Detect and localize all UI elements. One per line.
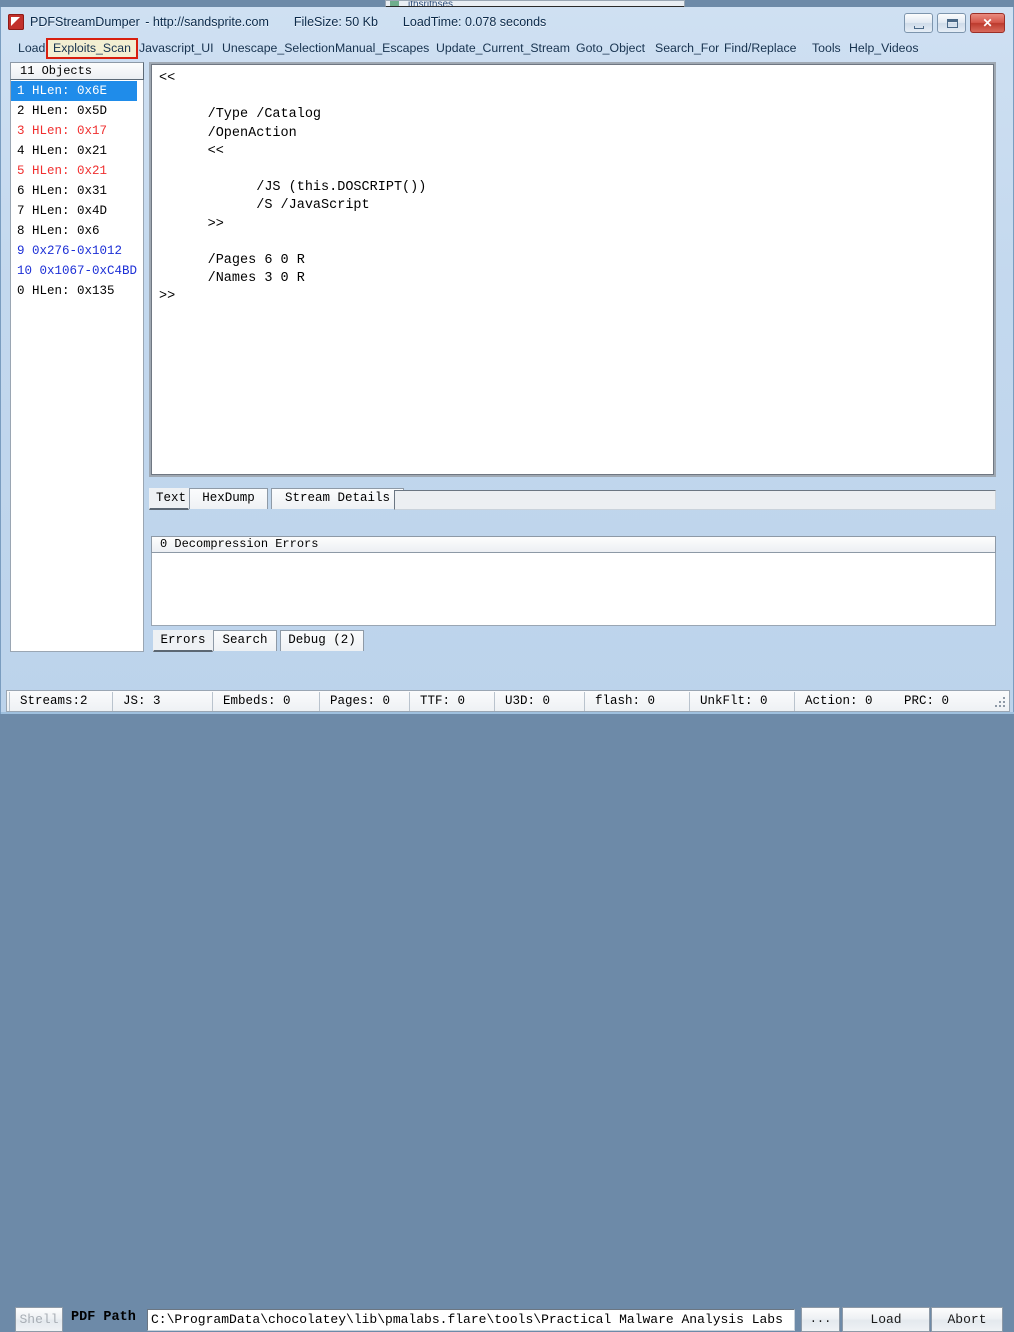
title-app-name: PDFStreamDumper (30, 15, 140, 29)
restore-icon (947, 19, 958, 28)
status-bar: PRC: 0 Action: 0 UnkFlt: 0 flash: 0 U3D: 0 TT… (6, 690, 1010, 712)
menu-item-update-current-stream[interactable]: Update_Current_Stream (433, 40, 573, 57)
resize-grip-icon[interactable] (993, 695, 1007, 709)
log-tabs: Errors Search Debug (2) (153, 630, 373, 652)
object-list-item[interactable]: 3 HLen: 0x17 (11, 121, 143, 141)
object-list-item[interactable]: 4 HLen: 0x21 (11, 141, 143, 161)
objects-list[interactable]: 1 HLen: 0x6E 2 HLen: 0x5D 3 HLen: 0x17 4 HL… (10, 80, 144, 652)
status-cell-action: Action: 0 (794, 692, 894, 711)
maximize-restore-button[interactable] (937, 13, 966, 33)
object-list-item[interactable]: 1 HLen: 0x6E (11, 81, 137, 101)
browse-button[interactable]: ... (801, 1307, 840, 1332)
bottom-toolbar: Shell PDF Path C:\ProgramData\chocolatey… (1, 655, 1014, 1332)
stream-text-panel: << /Type /Catalog /OpenAction << /JS (th… (149, 62, 996, 477)
object-list-item[interactable]: 8 HLen: 0x6 (11, 221, 143, 241)
menu-item-load[interactable]: Load (15, 40, 48, 57)
menu-item-tools[interactable]: Tools (809, 40, 844, 57)
objects-count-header: 11 Objects (10, 62, 144, 80)
status-cell-embeds: Embeds: 0 (212, 692, 319, 711)
menu-item-help-videos[interactable]: Help_Videos (846, 40, 922, 57)
pdf-path-input[interactable]: C:\ProgramData\chocolatey\lib\pmalabs.fl… (147, 1309, 795, 1331)
status-cell-pages: Pages: 0 (319, 692, 409, 711)
decompression-errors-list[interactable] (151, 553, 996, 626)
tab-debug-2[interactable]: Debug (2) (280, 630, 364, 651)
title-url: - http://sandsprite.com (145, 15, 269, 29)
window-title: PDFStreamDumper - http://sandsprite.com … (30, 13, 548, 31)
object-list-item[interactable]: 6 HLen: 0x31 (11, 181, 143, 201)
status-cell-js: JS: 3 (112, 692, 212, 711)
decompression-errors-header: 0 Decompression Errors (151, 536, 996, 553)
menu-item-search-for[interactable]: Search_For (652, 40, 722, 57)
menu-item-unescape-selection[interactable]: Unescape_Selection (219, 40, 338, 57)
stream-filter-input[interactable] (394, 490, 996, 510)
minimize-button[interactable] (904, 13, 933, 33)
status-cell-u3d: U3D: 0 (494, 692, 584, 711)
menu-item-exploits-scan[interactable]: Exploits_Scan (46, 38, 138, 59)
shell-button[interactable]: Shell (15, 1307, 63, 1332)
pdfstreamdumper-window: PDFStreamDumper - http://sandsprite.com … (0, 7, 1014, 1332)
abort-button[interactable]: Abort (931, 1307, 1003, 1332)
tab-search[interactable]: Search (213, 630, 277, 651)
menu-item-goto-object[interactable]: Goto_Object (573, 40, 648, 57)
object-list-item[interactable]: 2 HLen: 0x5D (11, 101, 143, 121)
close-icon: ✕ (982, 16, 993, 30)
object-list-item[interactable]: 5 HLen: 0x21 (11, 161, 143, 181)
object-list-item[interactable]: 10 0x1067-0xC4BD (11, 261, 143, 281)
minimize-icon (914, 26, 924, 29)
title-loadtime: LoadTime: 0.078 seconds (402, 15, 547, 29)
tab-stream-details[interactable]: Stream Details (271, 488, 404, 509)
status-cell-flash: flash: 0 (584, 692, 689, 711)
close-button[interactable]: ✕ (970, 13, 1005, 33)
object-list-item[interactable]: 7 HLen: 0x4D (11, 201, 143, 221)
menu-item-find-replace[interactable]: Find/Replace (721, 40, 799, 57)
status-cell-streams: Streams:2 (9, 692, 112, 711)
menu-item-javascript-ui[interactable]: Javascript_UI (136, 40, 217, 57)
pdf-acrobat-icon (8, 14, 24, 30)
title-bar: PDFStreamDumper - http://sandsprite.com … (1, 7, 1014, 40)
tab-errors[interactable]: Errors (153, 630, 213, 652)
status-cell-unkflt: UnkFlt: 0 (689, 692, 794, 711)
title-filesize: FileSize: 50 Kb (293, 15, 378, 29)
stream-text-content[interactable]: << /Type /Catalog /OpenAction << /JS (th… (154, 67, 991, 472)
object-list-item[interactable]: 9 0x276-0x1012 (11, 241, 143, 261)
menu-bar: Load Exploits_Scan Javascript_UI Unescape_S… (1, 38, 1014, 59)
tab-text[interactable]: Text (149, 488, 189, 510)
status-cell-ttf: TTF: 0 (409, 692, 494, 711)
view-mode-tabs: Text HexDump Stream Details (149, 488, 404, 510)
status-cell-prc: PRC: 0 (904, 694, 950, 708)
menu-item-manual-escapes[interactable]: Manual_Escapes (332, 40, 432, 57)
tab-hexdump[interactable]: HexDump (189, 488, 268, 509)
object-list-item[interactable]: 0 HLen: 0x135 (11, 281, 143, 301)
pdf-path-label: PDF Path (71, 1310, 136, 1325)
load-button[interactable]: Load (842, 1307, 930, 1332)
